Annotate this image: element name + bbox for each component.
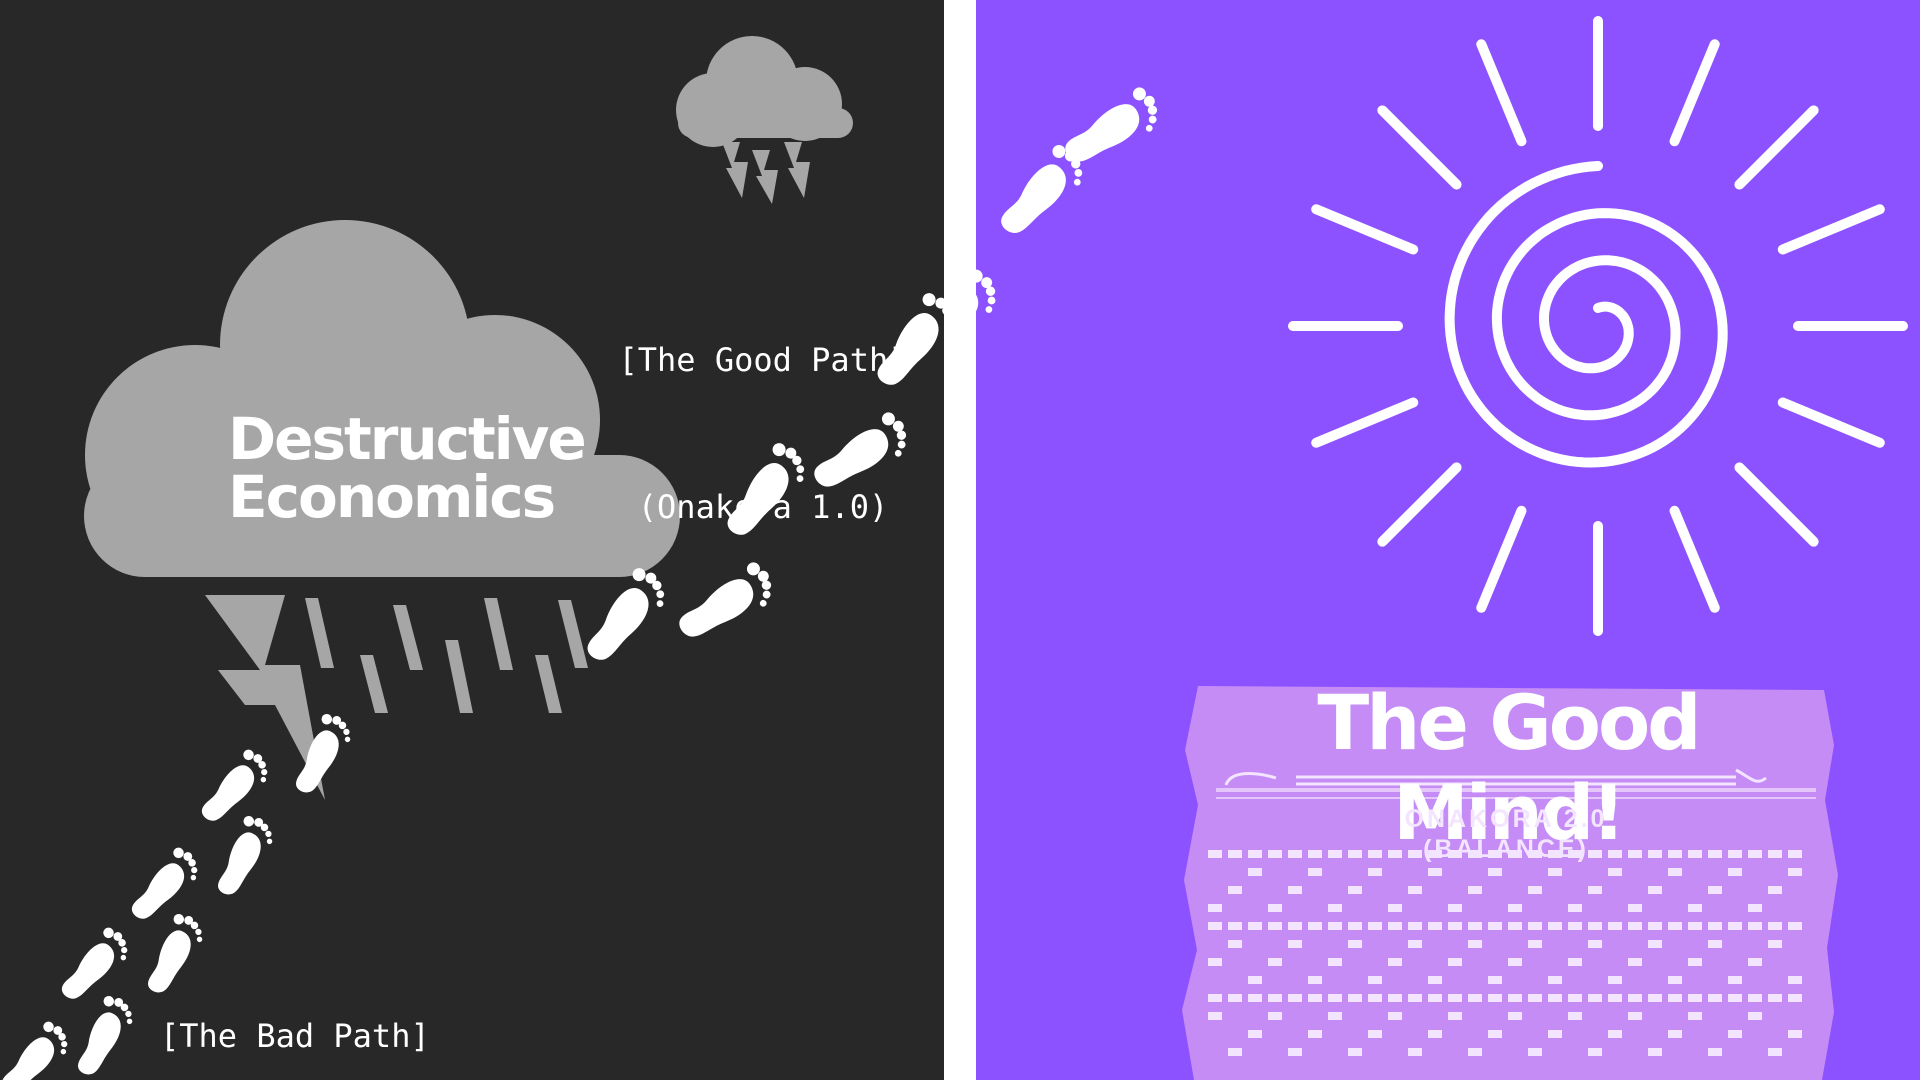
bad-path-label: [The Bad Path] [160, 1017, 430, 1055]
good-path-line1: [The Good Path] [618, 341, 908, 379]
cloud-title-line1: Destructive [228, 405, 587, 473]
onakora-version: ONAKORA 2.0 [1404, 805, 1608, 833]
onakora-subtitle: ONAKORA 2.0 (BALANCE) [1316, 804, 1696, 864]
balance-label: (BALANCE) [1423, 835, 1589, 863]
cloud-title: Destructive Economics [228, 410, 608, 526]
panel-divider [944, 0, 976, 1080]
good-path-line2: (Onakora 1.0) [637, 488, 889, 526]
cloud-title-line2: Economics [228, 463, 556, 531]
right-artwork [976, 0, 1920, 1080]
left-panel: Destructive Economics [The Good Path] (O… [0, 0, 944, 1080]
right-panel: The Good Mind! ONAKORA 2.0 (BALANCE) [976, 0, 1920, 1080]
good-path-label: [The Good Path] (Onakora 1.0) [598, 238, 928, 630]
